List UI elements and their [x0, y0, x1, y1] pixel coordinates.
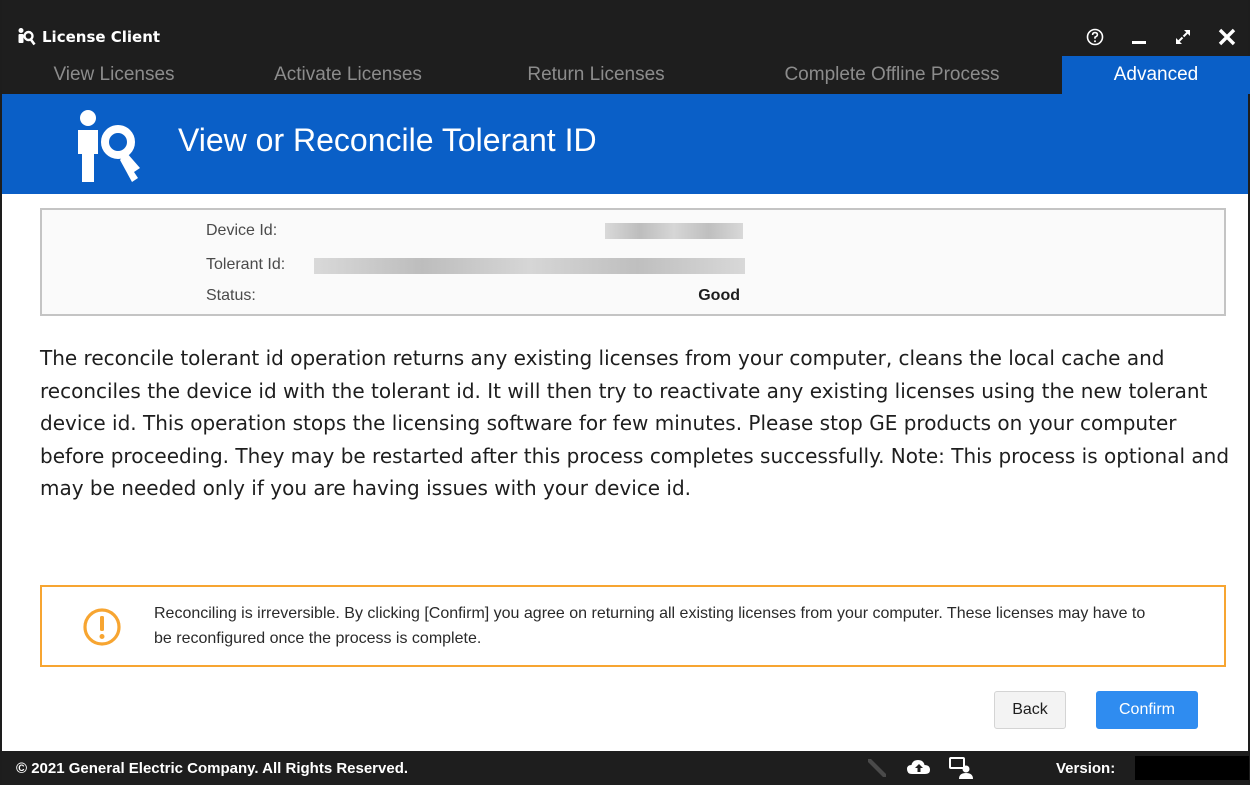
- back-button[interactable]: Back: [994, 691, 1066, 729]
- footer-icons: [864, 755, 974, 781]
- status-footer: © 2021 General Electric Company. All Rig…: [2, 751, 1249, 785]
- app-title: License Client: [16, 22, 160, 52]
- page-header-banner: View or Reconcile Tolerant ID: [2, 94, 1248, 194]
- tab-advanced[interactable]: Advanced: [1062, 56, 1250, 94]
- tab-return-licenses[interactable]: Return Licenses: [470, 56, 722, 94]
- minimize-icon[interactable]: [1128, 26, 1150, 48]
- exclamation-circle-icon: [82, 607, 122, 647]
- pen-icon[interactable]: [864, 756, 890, 780]
- maximize-icon[interactable]: [1172, 26, 1194, 48]
- tolerant-id-value-redacted: [314, 258, 745, 274]
- title-bar: License Client: [2, 0, 1248, 56]
- confirm-button[interactable]: Confirm: [1096, 691, 1198, 729]
- window-controls: [1084, 22, 1238, 52]
- license-client-window: License Client View Licenses Activate Li…: [0, 0, 1250, 785]
- operation-description: The reconcile tolerant id operation retu…: [40, 346, 1230, 500]
- close-icon[interactable]: [1216, 26, 1238, 48]
- device-id-value-redacted: [605, 223, 743, 239]
- warning-text: Reconciling is irreversible. By clicking…: [154, 605, 1146, 647]
- device-info-panel: Device Id: Tolerant Id: Status: Good: [40, 208, 1226, 316]
- version-value-field: [1135, 756, 1249, 780]
- tab-view-licenses[interactable]: View Licenses: [2, 56, 226, 94]
- copyright-text: © 2021 General Electric Company. All Rig…: [16, 760, 409, 777]
- warning-box: Reconciling is irreversible. By clicking…: [40, 585, 1226, 667]
- status-value: Good: [698, 287, 740, 304]
- cloud-sync-icon[interactable]: [906, 756, 932, 780]
- device-id-label: Device Id:: [206, 222, 278, 239]
- page-title: View or Reconcile Tolerant ID: [178, 122, 597, 158]
- user-chat-icon[interactable]: [948, 756, 974, 780]
- app-logo-icon: [16, 27, 36, 47]
- tab-complete-offline-process[interactable]: Complete Offline Process: [722, 56, 1062, 94]
- app-title-text: License Client: [42, 28, 161, 46]
- tab-activate-licenses[interactable]: Activate Licenses: [226, 56, 470, 94]
- version-label: Version:: [1056, 760, 1116, 777]
- tab-bar: View Licenses Activate Licenses Return L…: [2, 56, 1250, 94]
- tolerant-id-label: Tolerant Id:: [206, 256, 286, 273]
- help-icon[interactable]: [1084, 26, 1106, 48]
- status-label: Status:: [206, 287, 256, 304]
- license-key-user-icon: [70, 106, 150, 186]
